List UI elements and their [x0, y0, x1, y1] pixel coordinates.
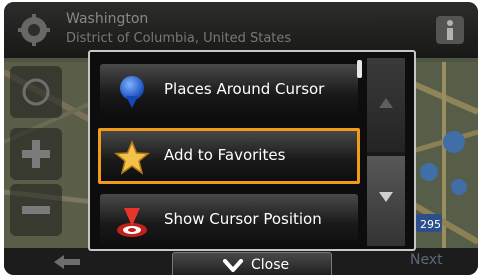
crosshair-location-icon[interactable] — [18, 14, 50, 46]
minus-icon — [22, 206, 50, 214]
scroll-down-button[interactable] — [367, 156, 405, 246]
locate-button[interactable] — [10, 66, 62, 118]
menu-item-label: Add to Favorites — [164, 146, 286, 164]
chevron-down-icon — [223, 258, 243, 272]
close-label: Close — [251, 257, 290, 273]
cursor-position-icon — [114, 204, 150, 240]
info-icon[interactable] — [434, 14, 466, 46]
map-road-shield-label: 295 — [420, 218, 441, 231]
menu-item-show-cursor-position[interactable]: Show Cursor Position — [100, 194, 358, 248]
scrollbar[interactable] — [367, 58, 405, 246]
chevron-down-icon — [379, 192, 393, 202]
next-button[interactable]: Next — [410, 252, 443, 268]
target-icon — [22, 78, 50, 106]
location-city: Washington — [66, 11, 149, 27]
zoom-in-button[interactable] — [10, 128, 62, 180]
places-pin-icon — [114, 74, 150, 110]
scroll-position-indicator — [357, 60, 362, 78]
chevron-up-icon — [379, 98, 393, 108]
location-region: District of Columbia, United States — [66, 31, 292, 46]
scroll-up-button[interactable] — [367, 58, 405, 152]
menu-item-label: Places Around Cursor — [164, 80, 325, 98]
close-button[interactable]: Close — [172, 252, 332, 275]
favorites-star-icon — [114, 140, 150, 176]
back-arrow-icon[interactable] — [52, 254, 82, 270]
menu-item-places-around-cursor[interactable]: Places Around Cursor — [100, 64, 358, 118]
zoom-out-button[interactable] — [10, 184, 62, 236]
plus-icon — [22, 140, 50, 168]
context-menu: Places Around Cursor Add to Favorites Sh… — [88, 50, 416, 251]
menu-item-add-to-favorites[interactable]: Add to Favorites — [100, 130, 358, 184]
menu-item-label: Show Cursor Position — [164, 210, 322, 228]
navigation-screen: 295 Washington District of Columbia, Uni… — [4, 2, 478, 275]
